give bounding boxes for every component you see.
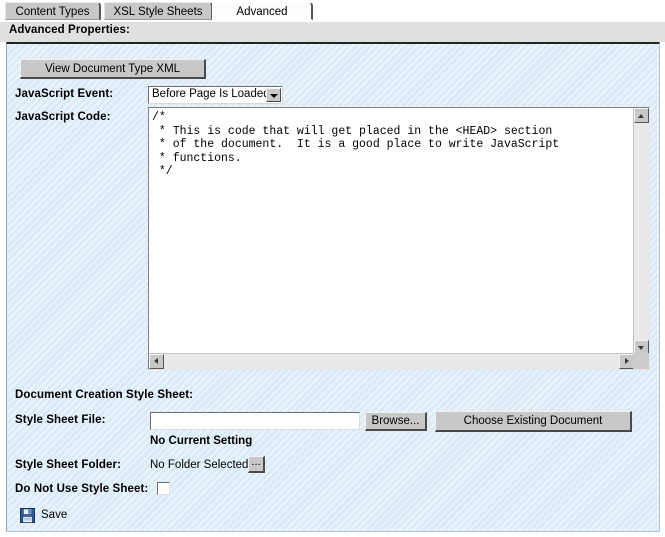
scroll-up-arrow-icon[interactable] [634, 108, 649, 123]
do-not-use-style-sheet-checkbox[interactable] [157, 482, 170, 495]
javascript-event-selected-value: Before Page Is Loaded [152, 88, 270, 100]
tab-label: Advanced [236, 6, 288, 18]
page-title: Advanced Properties: [9, 24, 130, 36]
browse-button[interactable]: Browse... [365, 412, 427, 431]
scroll-right-glyph [625, 358, 629, 364]
scroll-up-glyph [638, 114, 644, 118]
tab-strip: Content Types XSL Style Sheets Advanced [0, 0, 665, 22]
chevron-down-icon[interactable] [266, 88, 281, 102]
do-not-use-style-sheet-label: Do Not Use Style Sheet: [15, 483, 149, 495]
scrollbar-corner [633, 353, 649, 369]
javascript-code-text[interactable]: /* * This is code that will get placed i… [152, 111, 630, 179]
choose-existing-document-button[interactable]: Choose Existing Document [435, 411, 632, 432]
code-vertical-scrollbar[interactable] [633, 108, 649, 355]
javascript-event-select[interactable]: Before Page Is Loaded [148, 86, 283, 104]
view-document-type-xml-button[interactable]: View Document Type XML [20, 59, 206, 79]
tab-label: XSL Style Sheets [113, 6, 203, 18]
scroll-left-arrow-icon[interactable] [149, 354, 164, 369]
style-sheet-folder-label: Style Sheet Folder: [15, 459, 122, 471]
scroll-right-arrow-icon[interactable] [619, 354, 634, 369]
document-creation-style-sheet-heading: Document Creation Style Sheet: [15, 389, 194, 401]
scroll-down-glyph [638, 346, 644, 350]
style-sheet-file-input[interactable] [150, 412, 360, 430]
tab-xsl-style-sheets[interactable]: XSL Style Sheets [104, 2, 213, 20]
style-sheet-folder-browse-button[interactable]: ... [248, 456, 265, 473]
style-sheet-file-label: Style Sheet File: [15, 414, 106, 426]
code-horizontal-scrollbar[interactable] [149, 353, 634, 369]
tab-content-types[interactable]: Content Types [5, 2, 101, 20]
javascript-code-editor[interactable]: /* * This is code that will get placed i… [148, 107, 650, 370]
floppy-disk-icon [20, 508, 35, 523]
no-current-setting-status: No Current Setting [150, 435, 253, 447]
javascript-event-label: JavaScript Event: [15, 88, 114, 100]
style-sheet-folder-value: No Folder Selected [150, 459, 249, 471]
tab-label: Content Types [15, 6, 90, 18]
save-label: Save [41, 509, 68, 521]
javascript-code-label: JavaScript Code: [15, 111, 111, 123]
scroll-left-glyph [154, 358, 158, 364]
tab-advanced[interactable]: Advanced [212, 2, 313, 20]
